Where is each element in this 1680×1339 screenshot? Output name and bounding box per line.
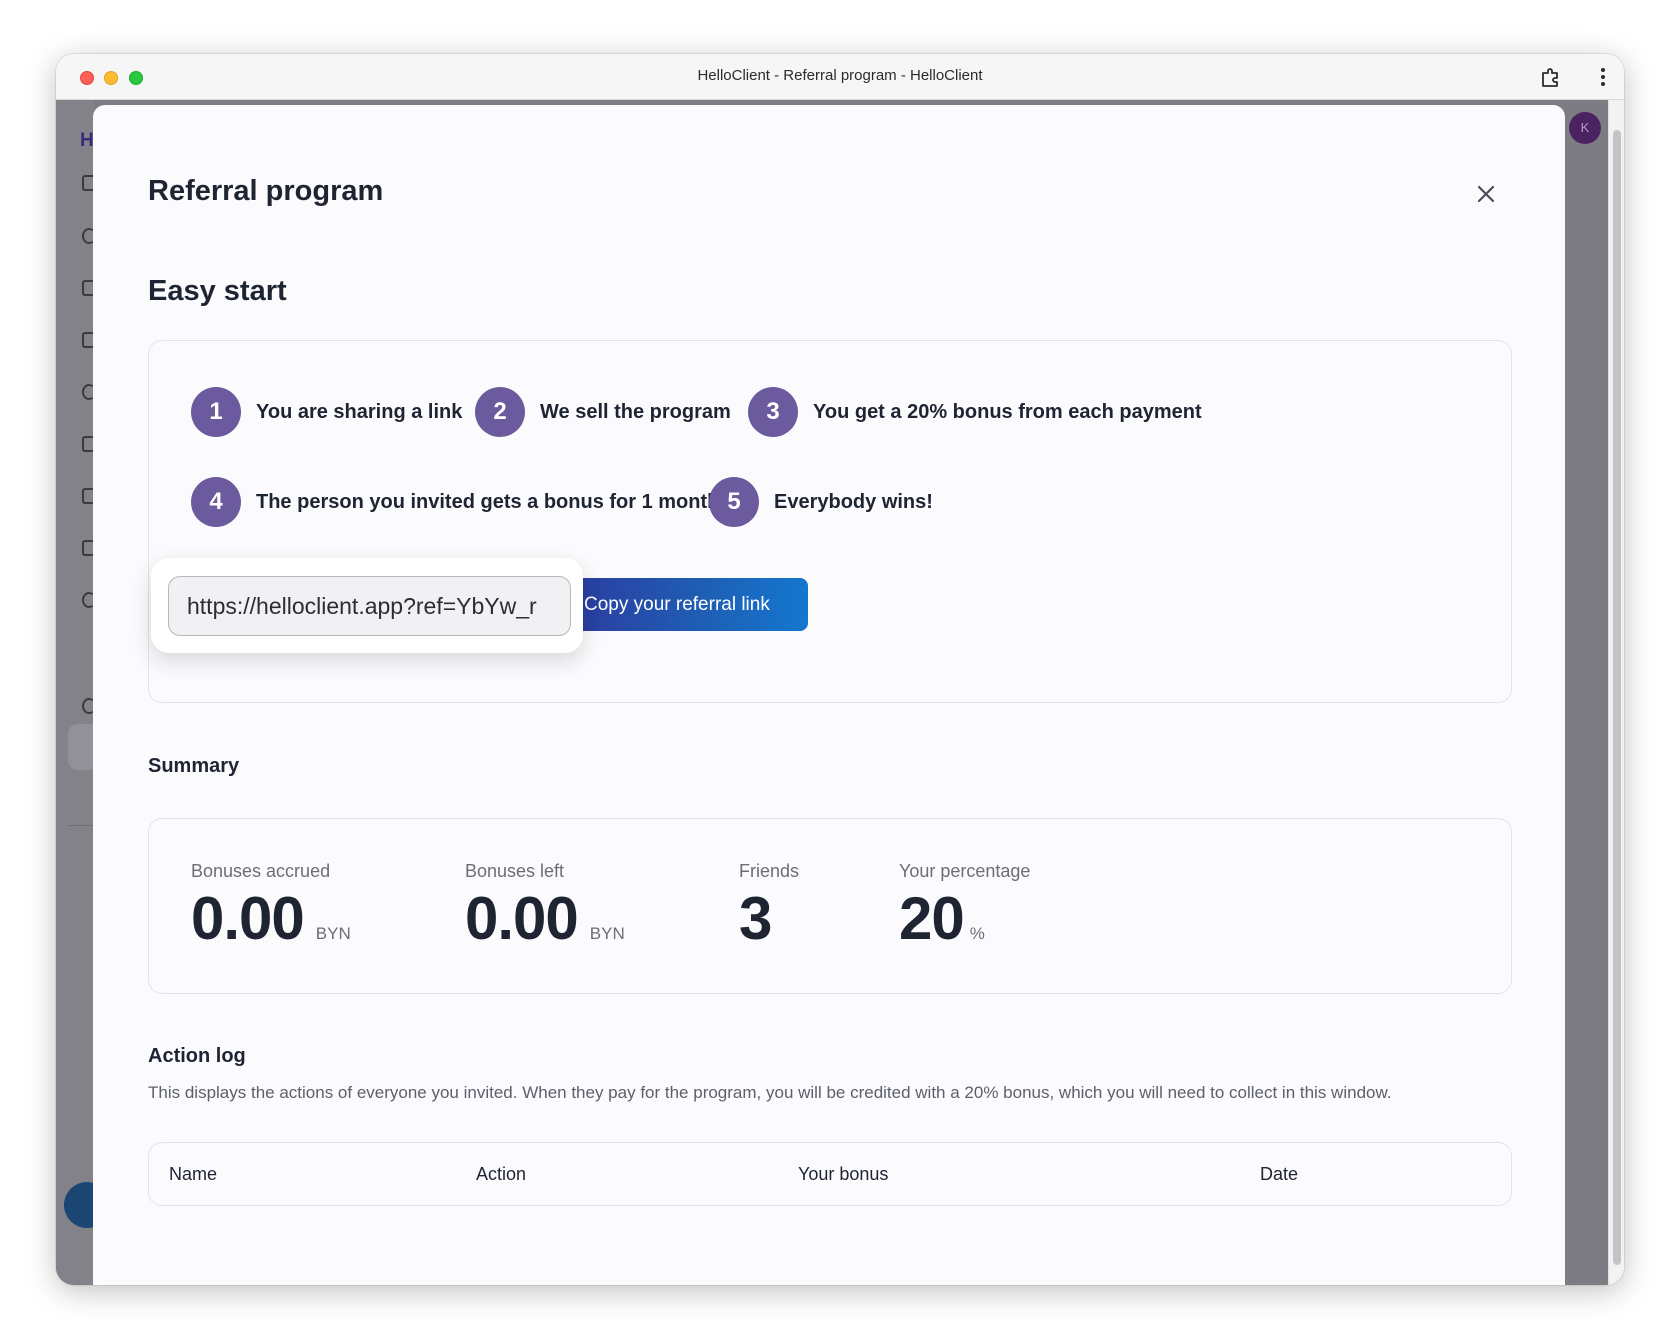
stat-label: Bonuses left: [465, 861, 565, 881]
action-log-title: Action log: [148, 1045, 246, 1067]
step-number: 2: [475, 387, 525, 437]
step-label: You are sharing a link: [256, 400, 463, 423]
step-number: 3: [748, 387, 798, 437]
column-header-action[interactable]: Action: [476, 1164, 526, 1185]
action-log-table: Name Action Your bonus Date: [148, 1142, 1512, 1206]
stat-your-percentage: Your percentage 20 %: [899, 861, 1030, 952]
step-item: 4 The person you invited gets a bonus fo…: [191, 477, 719, 527]
column-header-name[interactable]: Name: [169, 1164, 217, 1185]
avatar[interactable]: K: [1569, 112, 1601, 144]
referral-modal: Referral program Easy start 1 You are sh…: [93, 105, 1565, 1285]
step-label: Everybody wins!: [774, 490, 933, 513]
action-log-description: This displays the actions of everyone yo…: [148, 1083, 1392, 1102]
summary-card: Bonuses accrued 0.00 BYN Bonuses left 0.…: [148, 818, 1512, 994]
modal-title: Referral program: [148, 175, 384, 207]
step-label: The person you invited gets a bonus for …: [256, 490, 720, 513]
stat-value: 20: [899, 885, 965, 952]
scrollbar-thumb[interactable]: [1613, 130, 1621, 1265]
step-label: We sell the program: [540, 400, 731, 423]
step-number: 1: [191, 387, 241, 437]
referral-link-popover: [151, 558, 583, 653]
step-item: 5 Everybody wins!: [709, 477, 933, 527]
column-header-date[interactable]: Date: [1260, 1164, 1298, 1185]
easy-start-title: Easy start: [148, 275, 287, 307]
close-icon[interactable]: [1471, 179, 1501, 209]
step-item: 1 You are sharing a link: [191, 387, 462, 437]
stat-value: 3: [739, 885, 772, 952]
step-item: 3 You get a 20% bonus from each payment: [748, 387, 1202, 437]
step-number: 5: [709, 477, 759, 527]
copy-referral-link-button[interactable]: Copy your referral link: [581, 578, 808, 631]
title-bar: HelloClient - Referral program - HelloCl…: [56, 54, 1624, 100]
summary-title: Summary: [148, 755, 240, 777]
stat-friends: Friends 3: [739, 861, 799, 952]
stat-value: 0.00: [465, 885, 579, 952]
step-number: 4: [191, 477, 241, 527]
step-label: You get a 20% bonus from each payment: [813, 400, 1202, 423]
stat-label: Bonuses accrued: [191, 861, 331, 881]
stat-unit: %: [969, 924, 985, 943]
stat-label: Your percentage: [899, 861, 1031, 881]
column-header-your-bonus[interactable]: Your bonus: [798, 1164, 888, 1185]
scrollbar[interactable]: [1608, 100, 1624, 1285]
window-title: HelloClient - Referral program - HelloCl…: [697, 67, 983, 84]
referral-link-input[interactable]: [168, 576, 571, 636]
stat-bonuses-accrued: Bonuses accrued 0.00 BYN: [191, 861, 351, 952]
step-item: 2 We sell the program: [475, 387, 731, 437]
sidebar-item-active[interactable]: [68, 724, 96, 770]
stat-bonuses-left: Bonuses left 0.00 BYN: [465, 861, 625, 952]
stat-unit: BYN: [315, 924, 351, 943]
stat-unit: BYN: [589, 924, 625, 943]
sidebar: H: [56, 100, 96, 1285]
puzzle-icon[interactable]: [1540, 66, 1562, 88]
stat-label: Friends: [739, 861, 800, 881]
sidebar-logo: H: [80, 130, 94, 151]
sidebar-divider: [68, 825, 94, 826]
stat-value: 0.00: [191, 885, 305, 952]
vertical-ellipsis-icon[interactable]: [1600, 67, 1606, 87]
easy-start-card: 1 You are sharing a link 2 We sell the p…: [148, 340, 1512, 703]
